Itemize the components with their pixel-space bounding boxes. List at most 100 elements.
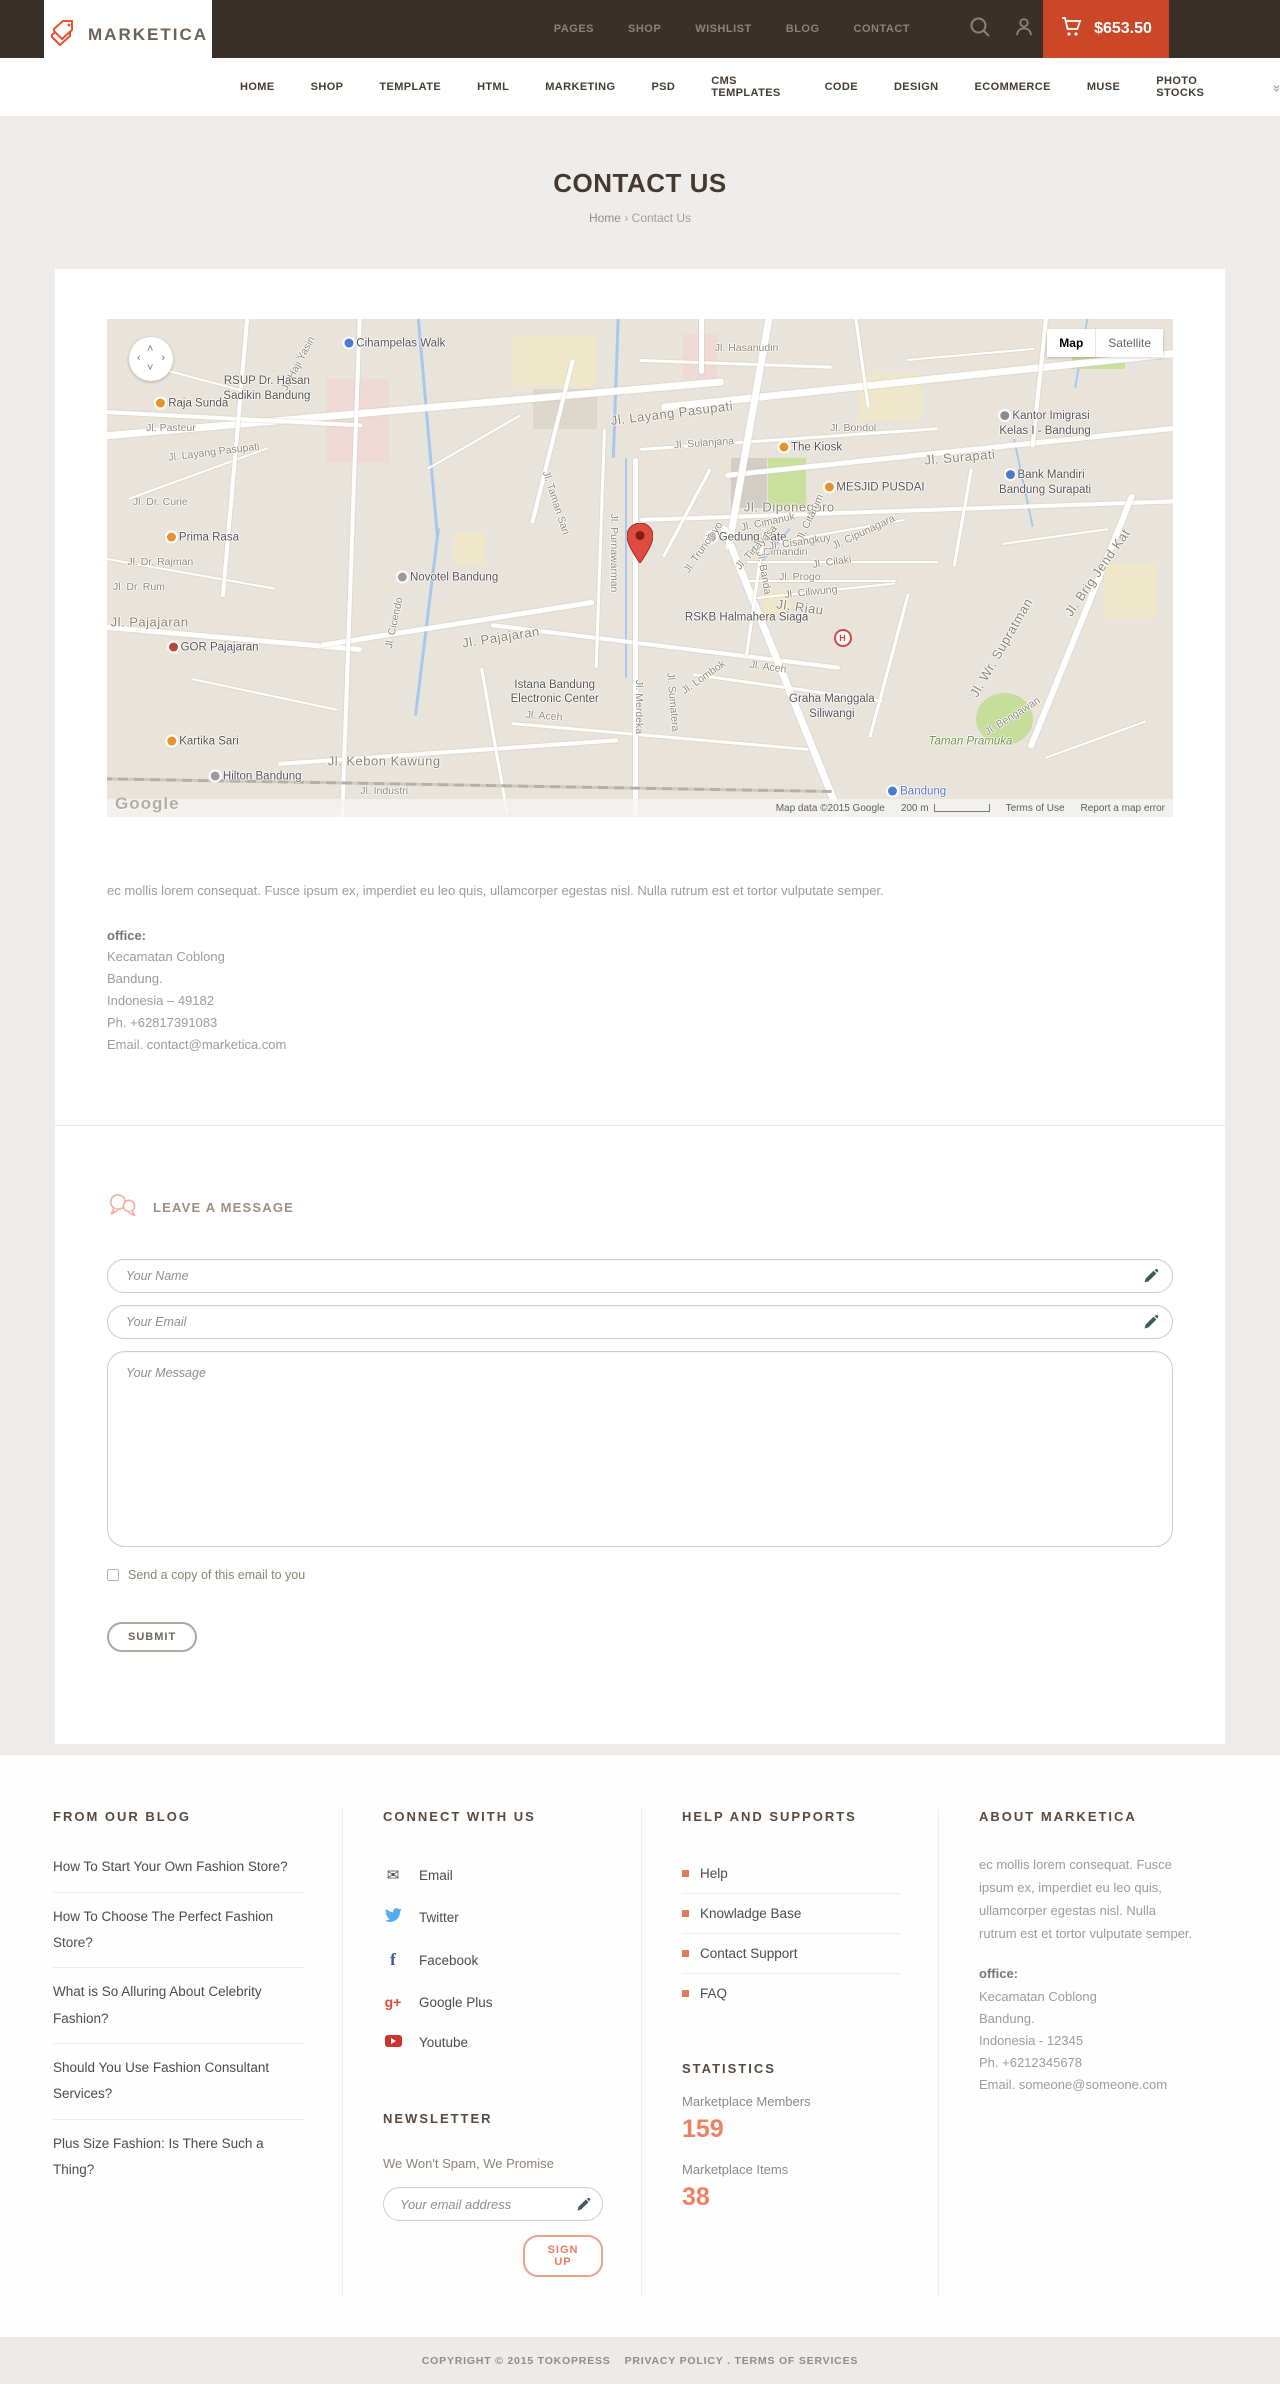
account-icon[interactable] xyxy=(1013,16,1035,43)
statistic-label: Marketplace Members xyxy=(682,2094,811,2110)
pan-down-icon[interactable]: ˅ xyxy=(147,363,153,374)
map-label: GOR Pajajaran xyxy=(168,640,259,655)
top-nav-item[interactable]: CONTACT xyxy=(854,23,910,35)
send-copy-label: Send a copy of this email to you xyxy=(128,1568,306,1583)
google-map[interactable]: Cihampelas Walk Jl. Hasanudin Jl. Haji Yas… xyxy=(107,319,1173,817)
map-label: Jl. Sulanjana xyxy=(673,434,735,451)
map-type-satellite-button[interactable]: Satellite xyxy=(1095,329,1163,357)
brand-name: MARKETICA xyxy=(88,24,208,44)
name-input[interactable] xyxy=(107,1259,1173,1294)
footer-blog-link[interactable]: How To Start Your Own Fashion Store? xyxy=(53,1854,304,1893)
map-label: Jl. Dr. Curie xyxy=(132,496,188,509)
cart-total: $653.50 xyxy=(1094,20,1152,37)
category-nav-item[interactable]: TEMPLATE xyxy=(379,81,441,93)
square-bullet-icon xyxy=(682,1990,689,1998)
footer-connect-heading: CONNECT WITH US xyxy=(383,1809,536,1825)
office-label: office: xyxy=(107,927,146,943)
top-nav-item[interactable]: BLOG xyxy=(786,23,820,35)
message-form-heading: LEAVE A MESSAGE xyxy=(153,1200,295,1216)
contact-intro-text: ec mollis lorem consequat. Fusce ipsum e… xyxy=(107,883,884,898)
category-nav-item[interactable]: MARKETING xyxy=(545,81,615,93)
category-nav-item[interactable]: HTML xyxy=(477,81,509,93)
footer-blog-link[interactable]: How To Choose The Perfect Fashion Store? xyxy=(53,1893,304,1969)
statistic-value: 38 xyxy=(682,2183,710,2212)
facebook-icon: f xyxy=(390,1950,396,1970)
footer-help-link[interactable]: Help xyxy=(682,1854,900,1895)
category-nav-item[interactable]: PSD xyxy=(651,81,675,93)
report-map-error-link[interactable]: Report a map error xyxy=(1081,803,1165,814)
category-nav-item[interactable]: CODE xyxy=(825,81,858,93)
footer-blog-link[interactable]: What is So Alluring About Celebrity Fash… xyxy=(53,1968,304,2045)
top-navigation: PAGES SHOP WISHLIST BLOG CONTACT xyxy=(554,0,910,58)
search-icon[interactable] xyxy=(969,16,991,43)
pan-right-icon[interactable]: › xyxy=(161,353,165,364)
map-type-map-button[interactable]: Map xyxy=(1047,329,1096,357)
map-pan-control[interactable]: ˄ ‹ › ˅ xyxy=(129,337,173,381)
breadcrumb-home-link[interactable]: Home xyxy=(589,211,621,225)
footer-blog-link[interactable]: Plus Size Fashion: Is There Such a Thing… xyxy=(53,2120,304,2195)
map-label: Jl. Taman Sari xyxy=(539,469,572,537)
terms-of-services-link[interactable]: TERMS OF SERVICES xyxy=(735,2355,859,2367)
google-logo: Google xyxy=(115,794,180,813)
map-label: RSUP Dr. Hasan Sadikin Bandung xyxy=(223,374,311,402)
social-link-googleplus[interactable]: g+ Google Plus xyxy=(383,1982,603,2022)
privacy-policy-link[interactable]: PRIVACY POLICY xyxy=(625,2355,724,2367)
map-label: Bandung xyxy=(888,785,946,800)
footer-office-line: Kecamatan Coblong xyxy=(979,1988,1097,2004)
map-data-text: Map data ©2015 Google xyxy=(775,802,885,814)
map-label: Cihampelas Walk xyxy=(344,336,445,351)
map-label: Jl. Cilaki xyxy=(811,553,852,571)
map-label: Novotel Bandung xyxy=(397,570,498,585)
chevron-double-down-icon[interactable]: » xyxy=(1270,84,1280,89)
pan-left-icon[interactable]: ‹ xyxy=(137,353,141,364)
brand-logo[interactable]: MARKETICA xyxy=(44,0,212,116)
footer: FROM OUR BLOG How To Start Your Own Fash… xyxy=(0,1754,1280,2338)
map-label: RSKB Halmahera Siaga xyxy=(684,611,809,624)
message-textarea[interactable] xyxy=(107,1351,1173,1548)
google-plus-icon: g+ xyxy=(384,1994,402,2011)
map-label: MESJID PUSDAI xyxy=(824,481,925,496)
copyright-text: COPYRIGHT © 2015 TOKOPRESS xyxy=(421,2354,611,2367)
send-copy-checkbox[interactable] xyxy=(107,1569,119,1582)
pan-up-icon[interactable]: ˄ xyxy=(147,344,153,355)
footer-help-link[interactable]: FAQ xyxy=(682,1974,900,2013)
newsletter-heading: NEWSLETTER xyxy=(383,2111,493,2127)
footer-help-link[interactable]: Knowladge Base xyxy=(682,1894,900,1935)
category-nav-item[interactable]: DESIGN xyxy=(894,81,939,93)
category-nav-item[interactable]: MUSE xyxy=(1087,81,1120,93)
map-label: Jl. Trunojoyo xyxy=(681,519,726,576)
terms-of-use-link[interactable]: Terms of Use xyxy=(1006,803,1065,814)
category-nav-item[interactable]: SHOP xyxy=(311,81,344,93)
social-link-youtube[interactable]: Youtube xyxy=(383,2022,603,2063)
category-nav-item[interactable]: ECOMMERCE xyxy=(975,81,1051,93)
cart-icon xyxy=(1060,15,1084,44)
category-nav-item[interactable]: CMS TEMPLATES xyxy=(711,75,788,99)
footer-blog-link[interactable]: Should You Use Fashion Consultant Servic… xyxy=(53,2044,304,2120)
top-nav-item[interactable]: PAGES xyxy=(554,23,594,35)
social-link-facebook[interactable]: f Facebook xyxy=(383,1938,603,1982)
newsletter-email-input[interactable] xyxy=(383,2187,603,2222)
map-label: Hilton Bandung xyxy=(210,770,302,785)
top-nav-item[interactable]: SHOP xyxy=(628,23,661,35)
page-title: CONTACT US xyxy=(553,168,727,198)
map-label: Jl. Pasteur xyxy=(146,421,196,434)
signup-button[interactable]: SIGN UP xyxy=(523,2235,603,2278)
map-label: Jl. Cicendo xyxy=(382,595,406,650)
email-input[interactable] xyxy=(107,1305,1173,1340)
statistic-value: 159 xyxy=(682,2115,724,2144)
office-address-block: office: Kecamatan Coblong Bandung. Indones… xyxy=(107,925,1173,1056)
submit-button[interactable]: SUBMIT xyxy=(107,1622,198,1653)
map-label: Jl. Dr. Rajman xyxy=(127,556,194,569)
category-nav-item[interactable]: HOME xyxy=(240,81,275,93)
cart-button[interactable]: $653.50 xyxy=(1043,0,1169,58)
map-label: Jl. Cipunagara xyxy=(830,512,897,553)
content-card: Cihampelas Walk Jl. Hasanudin Jl. Haji Yas… xyxy=(55,269,1225,1745)
footer-help-link[interactable]: Contact Support xyxy=(682,1934,900,1975)
top-nav-item[interactable]: WISHLIST xyxy=(695,23,752,35)
social-link-email[interactable]: ✉ Email xyxy=(383,1854,603,1896)
footer-about-heading: ABOUT MARKETICA xyxy=(979,1809,1137,1825)
square-bullet-icon xyxy=(682,1910,689,1918)
map-label: Jl. Wr. Supratman xyxy=(967,595,1037,700)
social-link-twitter[interactable]: Twitter xyxy=(383,1896,603,1938)
category-nav-item[interactable]: PHOTO STOCKS xyxy=(1156,75,1229,99)
